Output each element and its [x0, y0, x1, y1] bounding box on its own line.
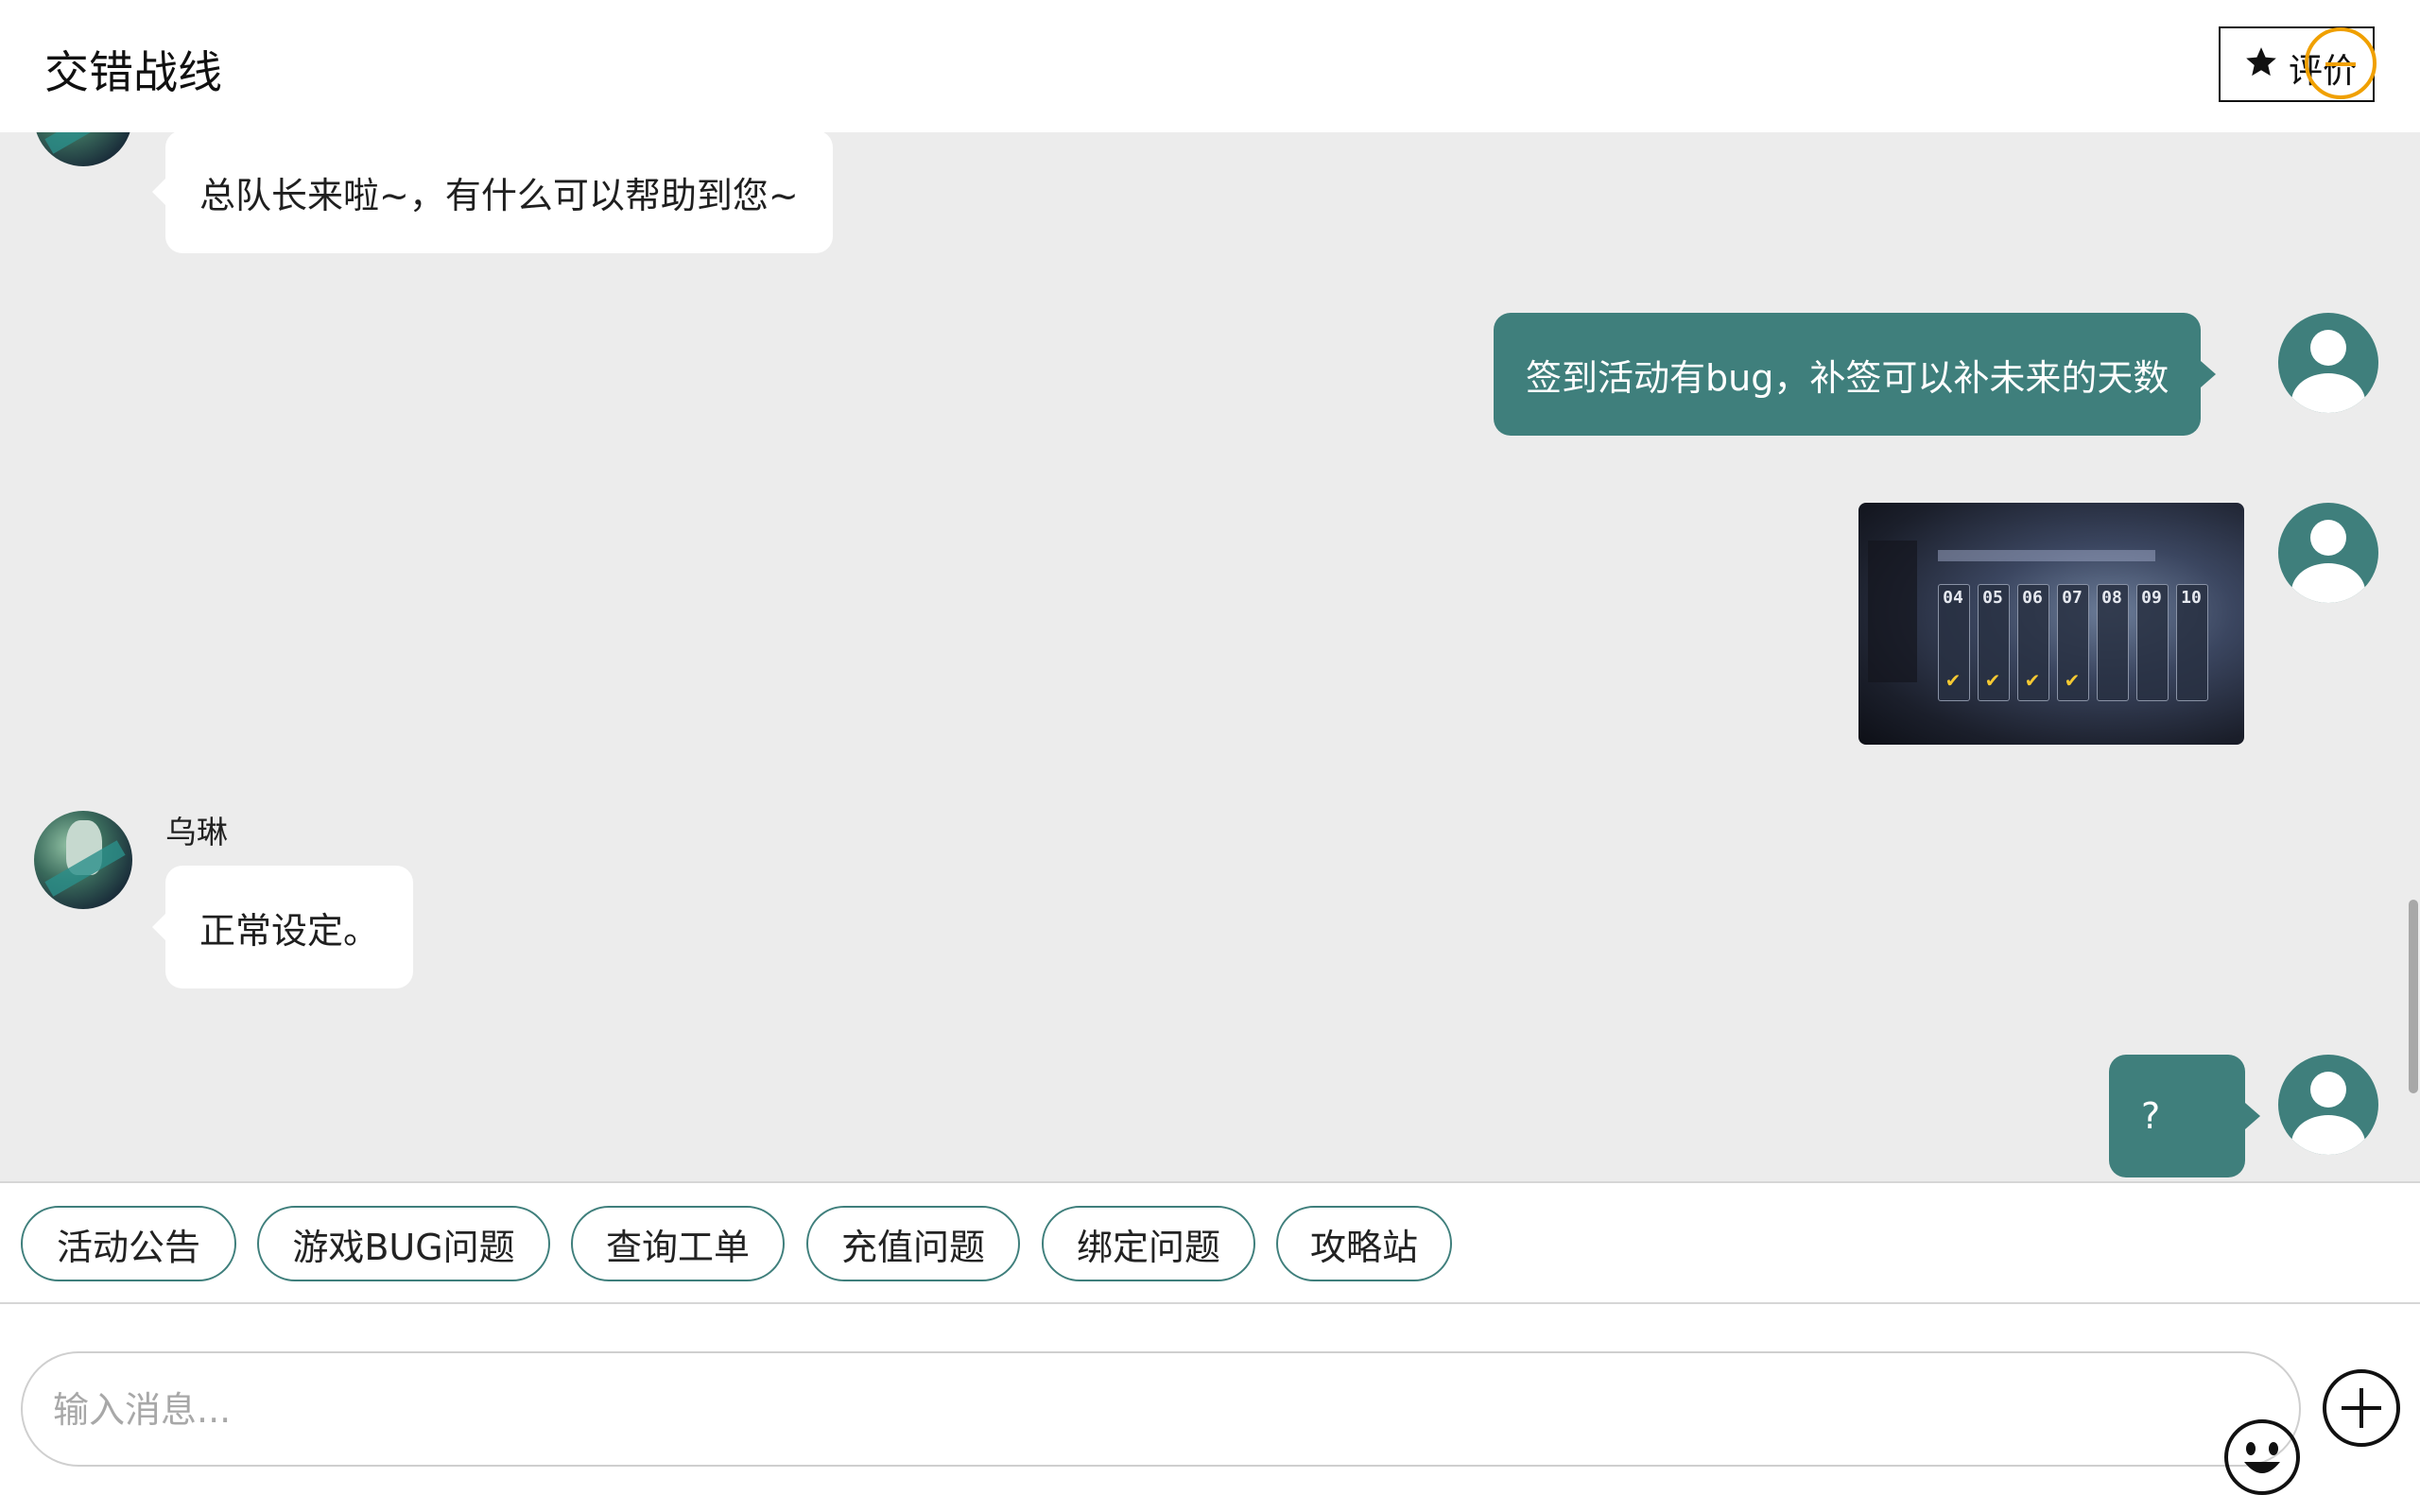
image-day-label: 07 [2062, 588, 2083, 608]
image-day-label: 04 [1943, 588, 1963, 608]
quick-reply-chip[interactable]: 充值问题 [806, 1206, 1020, 1281]
image-day-label: 09 [2141, 588, 2162, 608]
star-icon [2246, 47, 2276, 77]
quick-reply-chip[interactable]: 绑定问题 [1042, 1206, 1255, 1281]
image-day-label: 05 [1982, 588, 2003, 608]
plus-icon[interactable] [2321, 1367, 2402, 1449]
user-avatar-icon [2278, 313, 2378, 413]
message-bubble-user: ? [2109, 1055, 2260, 1177]
emoji-icon[interactable] [2223, 1418, 2301, 1496]
image-check-icon: ✔ [2064, 669, 2081, 692]
sender-name: 乌琳 [165, 814, 228, 850]
image-day-label: 08 [2101, 588, 2122, 608]
message-text: 总队长来啦~，有什么可以帮助到您~ [199, 174, 799, 216]
message-input[interactable] [51, 1376, 2182, 1444]
quick-reply-chip[interactable]: 查询工单 [571, 1206, 785, 1281]
message-text: 签到活动有bug，补签可以补未来的天数 [1526, 356, 2169, 399]
page-title: 交错战线 [44, 47, 222, 99]
user-avatar-icon [2278, 1055, 2378, 1155]
chat-panel[interactable]: 总队长来啦~，有什么可以帮助到您~ 签到活动有bug，补签可以补未来的天数 04… [0, 132, 2420, 1181]
message-bubble-agent: 正常设定。 [151, 866, 414, 988]
quick-reply-bar: 活动公告 游戏BUG问题 查询工单 充值问题 绑定问题 攻略站 [0, 1181, 2420, 1304]
image-day-label: 10 [2181, 588, 2202, 608]
image-check-icon: ✔ [2024, 669, 2041, 692]
message-text: 正常设定。 [199, 909, 380, 952]
message-input-container[interactable] [21, 1351, 2301, 1495]
message-text: ? [2141, 1095, 2161, 1137]
composer [0, 1304, 2420, 1512]
image-day-label: 06 [2022, 588, 2043, 608]
quick-reply-chip[interactable]: 游戏BUG问题 [257, 1206, 550, 1281]
message-bubble-agent: 总队长来啦~，有什么可以帮助到您~ [152, 132, 833, 253]
chat-scrollbar[interactable] [2409, 900, 2418, 1093]
message-bubble-user: 签到活动有bug，补签可以补未来的天数 [1494, 313, 2217, 436]
message-image[interactable]: 04 ✔ 05 ✔ 06 ✔ 07 ✔ 08 09 10 [1858, 503, 2244, 745]
image-check-icon: ✔ [1984, 669, 2001, 692]
cursor-indicator [2305, 27, 2377, 99]
agent-avatar [34, 132, 132, 166]
quick-reply-chip[interactable]: 攻略站 [1276, 1206, 1452, 1281]
header-bar: 交错战线 评价 [0, 0, 2420, 132]
user-avatar-icon [2278, 503, 2378, 603]
image-check-icon: ✔ [1945, 669, 1962, 692]
quick-reply-chip[interactable]: 活动公告 [21, 1206, 236, 1281]
agent-avatar [34, 811, 132, 909]
